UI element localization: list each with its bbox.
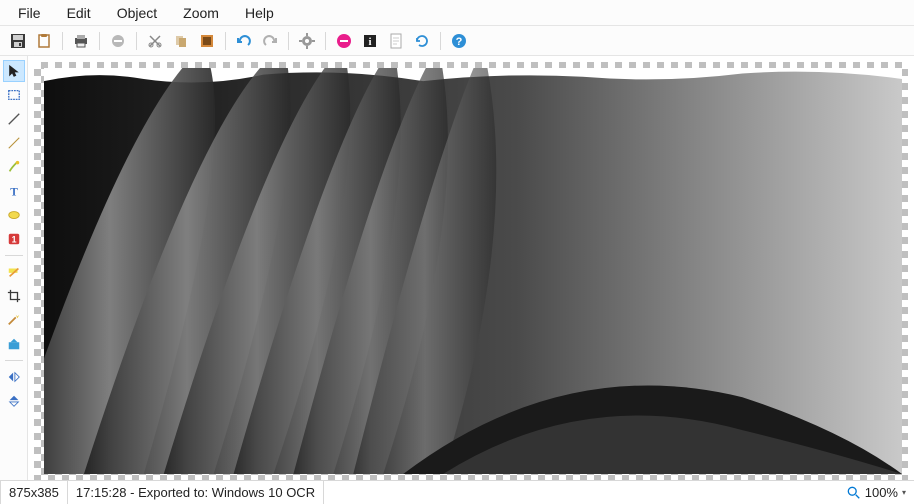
effects-icon xyxy=(7,313,21,327)
svg-text:?: ? xyxy=(456,36,463,48)
separator xyxy=(325,32,326,50)
floppy-icon xyxy=(10,33,26,49)
redo-button[interactable] xyxy=(258,29,282,53)
tool-color[interactable] xyxy=(3,333,25,355)
line-icon xyxy=(7,112,21,126)
number-icon: 1 xyxy=(7,232,21,246)
menu-bar: File Edit Object Zoom Help xyxy=(0,0,914,26)
crop-icon xyxy=(7,289,21,303)
separator xyxy=(62,32,63,50)
tool-line[interactable] xyxy=(3,108,25,130)
tool-separator xyxy=(5,360,23,361)
chevron-down-icon: ▾ xyxy=(902,488,906,497)
undo-icon xyxy=(236,33,252,49)
tool-brush[interactable] xyxy=(3,156,25,178)
menu-file[interactable]: File xyxy=(6,2,53,24)
info-icon: i xyxy=(362,33,378,49)
pencil-icon xyxy=(7,136,21,150)
cancel-icon xyxy=(336,33,352,49)
brush-icon xyxy=(7,160,21,174)
zoom-control[interactable]: 100% ▾ xyxy=(839,485,914,500)
separator xyxy=(99,32,100,50)
tool-flip-h[interactable] xyxy=(3,366,25,388)
tool-number[interactable]: 1 xyxy=(3,228,25,250)
zoom-value: 100% xyxy=(865,485,898,500)
status-message: 17:15:28 - Exported to: Windows 10 OCR xyxy=(68,481,324,504)
text-icon: T xyxy=(7,184,21,198)
menu-help[interactable]: Help xyxy=(233,2,286,24)
tool-effects[interactable] xyxy=(3,309,25,331)
flip-v-icon xyxy=(7,394,21,408)
tool-highlight[interactable] xyxy=(3,261,25,283)
gear-icon xyxy=(299,33,315,49)
rect-select-icon xyxy=(7,88,21,102)
page-button[interactable] xyxy=(384,29,408,53)
menu-zoom[interactable]: Zoom xyxy=(171,2,231,24)
separator xyxy=(136,32,137,50)
flip-h-icon xyxy=(7,370,21,384)
toolbar: i ? xyxy=(0,26,914,56)
copy-icon xyxy=(173,33,189,49)
clipboard-icon xyxy=(36,33,52,49)
tool-pencil[interactable] xyxy=(3,132,25,154)
svg-text:1: 1 xyxy=(11,235,16,245)
cancel-button[interactable] xyxy=(332,29,356,53)
tool-flip-v[interactable] xyxy=(3,390,25,412)
tool-crop[interactable] xyxy=(3,285,25,307)
save-button[interactable] xyxy=(6,29,30,53)
no-entry-icon xyxy=(110,33,126,49)
undo-button[interactable] xyxy=(232,29,256,53)
copyall-button[interactable] xyxy=(195,29,219,53)
print-button[interactable] xyxy=(69,29,93,53)
pointer-icon xyxy=(7,64,21,78)
tool-shape[interactable] xyxy=(3,204,25,226)
separator xyxy=(288,32,289,50)
tool-separator xyxy=(5,255,23,256)
svg-text:T: T xyxy=(10,186,18,198)
canvas-image xyxy=(44,68,902,474)
canvas[interactable] xyxy=(34,62,908,480)
help-button[interactable]: ? xyxy=(447,29,471,53)
page-icon xyxy=(388,33,404,49)
cut-button[interactable] xyxy=(143,29,167,53)
svg-text:i: i xyxy=(368,36,371,48)
separator xyxy=(440,32,441,50)
settings-button[interactable] xyxy=(295,29,319,53)
printer-icon xyxy=(73,33,89,49)
separator xyxy=(225,32,226,50)
tool-pointer[interactable] xyxy=(3,60,25,82)
disable-button[interactable] xyxy=(106,29,130,53)
status-sep: - xyxy=(127,485,139,500)
color-icon xyxy=(7,337,21,351)
status-text: Exported to: Windows 10 OCR xyxy=(138,485,315,500)
highlight-icon xyxy=(7,265,21,279)
main-area: T 1 xyxy=(0,56,914,480)
menu-edit[interactable]: Edit xyxy=(55,2,103,24)
status-dimensions: 875x385 xyxy=(0,481,68,504)
refresh-icon xyxy=(414,33,430,49)
copy-button[interactable] xyxy=(169,29,193,53)
info-button[interactable]: i xyxy=(358,29,382,53)
copyall-icon xyxy=(199,33,215,49)
status-time: 17:15:28 xyxy=(76,485,127,500)
scissors-icon xyxy=(147,33,163,49)
status-bar: 875x385 17:15:28 - Exported to: Windows … xyxy=(0,480,914,504)
toolbox: T 1 xyxy=(0,56,28,480)
paste-button[interactable] xyxy=(32,29,56,53)
tool-select-rect[interactable] xyxy=(3,84,25,106)
refresh-button[interactable] xyxy=(410,29,434,53)
redo-icon xyxy=(262,33,278,49)
help-icon: ? xyxy=(451,33,467,49)
ellipse-icon xyxy=(7,208,21,222)
tool-text[interactable]: T xyxy=(3,180,25,202)
menu-object[interactable]: Object xyxy=(105,2,169,24)
magnifier-icon xyxy=(847,486,861,500)
